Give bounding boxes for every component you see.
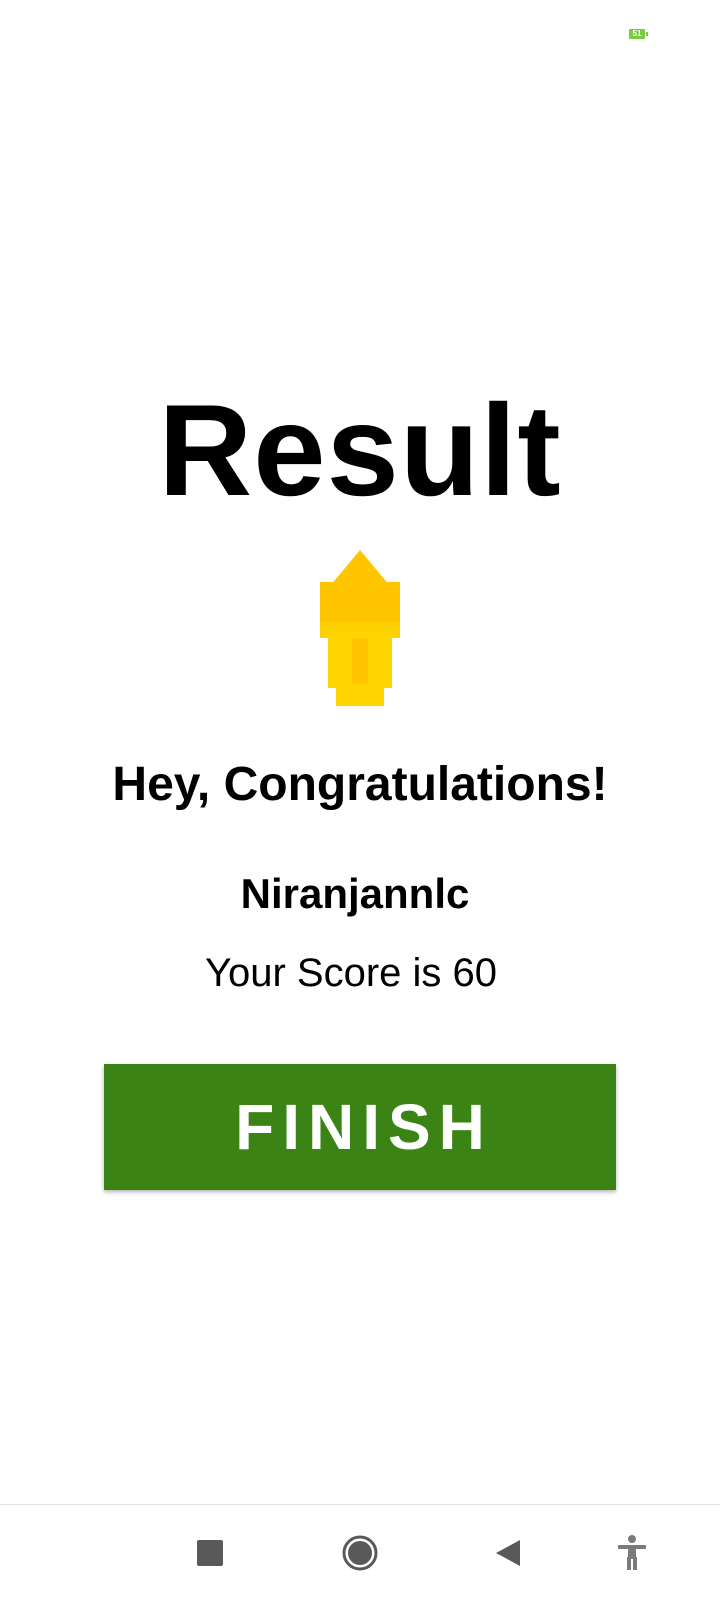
page-title: Result [158, 377, 562, 523]
status-bar: 51 [0, 0, 720, 70]
battery-icon: 51 [629, 29, 648, 39]
finish-button[interactable]: FINISH [104, 1064, 616, 1190]
triangle-back-icon [496, 1540, 520, 1566]
username-label: Niranjannlc [240, 870, 470, 917]
recent-apps-button[interactable] [182, 1525, 238, 1581]
back-button[interactable] [480, 1525, 536, 1581]
circle-icon [342, 1535, 378, 1571]
home-button[interactable] [332, 1525, 388, 1581]
navigation-bar [0, 1504, 720, 1601]
score-text: Your Score is 60 [204, 951, 498, 995]
accessibility-icon [618, 1535, 646, 1570]
accessibility-button[interactable] [604, 1525, 660, 1581]
trophy-icon [320, 550, 400, 706]
square-icon [197, 1540, 223, 1566]
congratulations-heading: Hey, Congratulations! [112, 758, 608, 811]
battery-level: 51 [632, 29, 642, 38]
